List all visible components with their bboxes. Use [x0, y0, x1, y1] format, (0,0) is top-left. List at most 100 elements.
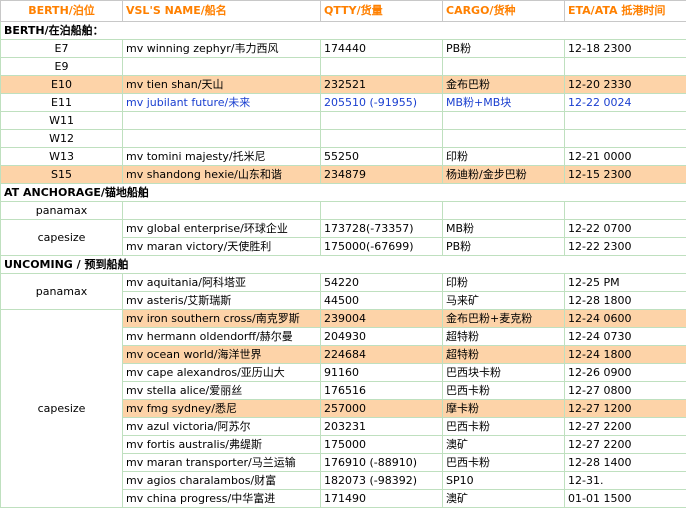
group-label-panamax: panamax	[1, 202, 123, 220]
vessel-cell: mv tomini majesty/托米尼	[123, 148, 321, 166]
vessel-cell: mv azul victoria/阿苏尔	[123, 418, 321, 436]
berth-cell: W12	[1, 130, 123, 148]
cargo-cell: SP10	[443, 472, 565, 490]
table-row: E9	[1, 58, 686, 76]
vessel-cell	[123, 58, 321, 76]
table-row: W12	[1, 130, 686, 148]
eta-cell: 12-28 1400	[565, 454, 686, 472]
table-row: E7 mv winning zephyr/韦力西风 174440 PB粉 12-…	[1, 40, 686, 58]
col-header-eta: ETA/ATA 抵港时间	[565, 1, 686, 22]
berth-cell: W11	[1, 112, 123, 130]
col-header-qty: QTTY/货量	[321, 1, 443, 22]
eta-cell	[565, 58, 686, 76]
table-row: W11	[1, 112, 686, 130]
vessel-cell: mv global enterprise/环球企业	[123, 220, 321, 238]
eta-cell: 12-24 0730	[565, 328, 686, 346]
qty-cell: 232521	[321, 76, 443, 94]
berth-cell: W13	[1, 148, 123, 166]
cargo-cell: 印粉	[443, 148, 565, 166]
qty-cell: 174440	[321, 40, 443, 58]
group-label-capesize: capesize	[1, 310, 123, 508]
qty-cell: 175000(-67699)	[321, 238, 443, 256]
cargo-cell: 金布巴粉	[443, 76, 565, 94]
vessel-cell: mv aquitania/阿科塔亚	[123, 274, 321, 292]
col-header-cargo: CARGO/货种	[443, 1, 565, 22]
eta-cell: 12-22 0024	[565, 94, 686, 112]
table-row: E10 mv tien shan/天山 232521 金布巴粉 12-20 23…	[1, 76, 686, 94]
eta-cell: 12-31.	[565, 472, 686, 490]
vessel-cell: mv maran victory/天使胜利	[123, 238, 321, 256]
vessel-cell: mv stella alice/爱丽丝	[123, 382, 321, 400]
table-row: capesize mv iron southern cross/南克罗斯 239…	[1, 310, 686, 328]
berth-cell: E11	[1, 94, 123, 112]
section-title-berth: BERTH/在泊船舶：	[1, 22, 686, 40]
eta-cell: 12-22 0700	[565, 220, 686, 238]
eta-cell	[565, 130, 686, 148]
cargo-cell: 巴西卡粉	[443, 382, 565, 400]
cargo-cell: 马来矿	[443, 292, 565, 310]
eta-cell	[565, 112, 686, 130]
qty-cell: 176910 (-88910)	[321, 454, 443, 472]
qty-cell: 173728(-73357)	[321, 220, 443, 238]
cargo-cell: 摩卡粉	[443, 400, 565, 418]
vessel-cell	[123, 202, 321, 220]
cargo-cell: 超特粉	[443, 346, 565, 364]
qty-cell	[321, 202, 443, 220]
eta-cell	[565, 202, 686, 220]
table-row: panamax mv aquitania/阿科塔亚 54220 印粉 12-25…	[1, 274, 686, 292]
cargo-cell: 超特粉	[443, 328, 565, 346]
cargo-cell: 巴西块卡粉	[443, 364, 565, 382]
cargo-cell	[443, 202, 565, 220]
qty-cell: 203231	[321, 418, 443, 436]
eta-cell: 12-24 1800	[565, 346, 686, 364]
qty-cell: 175000	[321, 436, 443, 454]
table-row: panamax	[1, 202, 686, 220]
eta-cell: 12-15 2300	[565, 166, 686, 184]
group-label-panamax: panamax	[1, 274, 123, 310]
cargo-cell	[443, 58, 565, 76]
cargo-cell	[443, 112, 565, 130]
vessel-cell: mv shandong hexie/山东和谐	[123, 166, 321, 184]
qty-cell: 54220	[321, 274, 443, 292]
berth-cell: E9	[1, 58, 123, 76]
qty-cell: 91160	[321, 364, 443, 382]
shipping-schedule-table: BERTH/泊位 VSL'S NAME/船名 QTTY/货量 CARGO/货种 …	[0, 0, 686, 508]
vessel-cell: mv hermann oldendorff/赫尔曼	[123, 328, 321, 346]
group-label-capesize: capesize	[1, 220, 123, 256]
cargo-cell: PB粉	[443, 40, 565, 58]
section-title-anchorage: AT ANCHORAGE/锚地船舶	[1, 184, 686, 202]
vessel-cell: mv asteris/艾斯瑞斯	[123, 292, 321, 310]
cargo-cell: MB粉+MB块	[443, 94, 565, 112]
section-incoming: UNCOMING / 预到船舶	[1, 256, 686, 274]
eta-cell: 12-25 PM	[565, 274, 686, 292]
vessel-cell: mv tien shan/天山	[123, 76, 321, 94]
qty-cell: 239004	[321, 310, 443, 328]
eta-cell: 12-27 2200	[565, 436, 686, 454]
eta-cell: 12-22 2300	[565, 238, 686, 256]
section-anchorage: AT ANCHORAGE/锚地船舶	[1, 184, 686, 202]
vessel-cell	[123, 130, 321, 148]
vessel-cell: mv iron southern cross/南克罗斯	[123, 310, 321, 328]
cargo-cell: 印粉	[443, 274, 565, 292]
vessel-cell: mv fortis australis/弗缇斯	[123, 436, 321, 454]
cargo-cell: 金布巴粉+麦克粉	[443, 310, 565, 328]
cargo-cell	[443, 130, 565, 148]
berth-cell: E7	[1, 40, 123, 58]
eta-cell: 12-27 2200	[565, 418, 686, 436]
eta-cell: 12-24 0600	[565, 310, 686, 328]
eta-cell: 12-28 1800	[565, 292, 686, 310]
qty-cell	[321, 112, 443, 130]
vessel-cell: mv cape alexandros/亚历山大	[123, 364, 321, 382]
qty-cell: 205510 (-91955)	[321, 94, 443, 112]
vessel-cell: mv fmg sydney/悉尼	[123, 400, 321, 418]
table-row: E11 mv jubilant future/未来 205510 (-91955…	[1, 94, 686, 112]
table-row: W13 mv tomini majesty/托米尼 55250 印粉 12-21…	[1, 148, 686, 166]
vessel-cell: mv maran transporter/马兰运输	[123, 454, 321, 472]
vessel-cell	[123, 112, 321, 130]
table-row: S15 mv shandong hexie/山东和谐 234879 杨迪粉/金步…	[1, 166, 686, 184]
cargo-cell: PB粉	[443, 238, 565, 256]
table-row: capesize mv global enterprise/环球企业 17372…	[1, 220, 686, 238]
qty-cell: 204930	[321, 328, 443, 346]
eta-cell: 12-27 0800	[565, 382, 686, 400]
eta-cell: 12-27 1200	[565, 400, 686, 418]
